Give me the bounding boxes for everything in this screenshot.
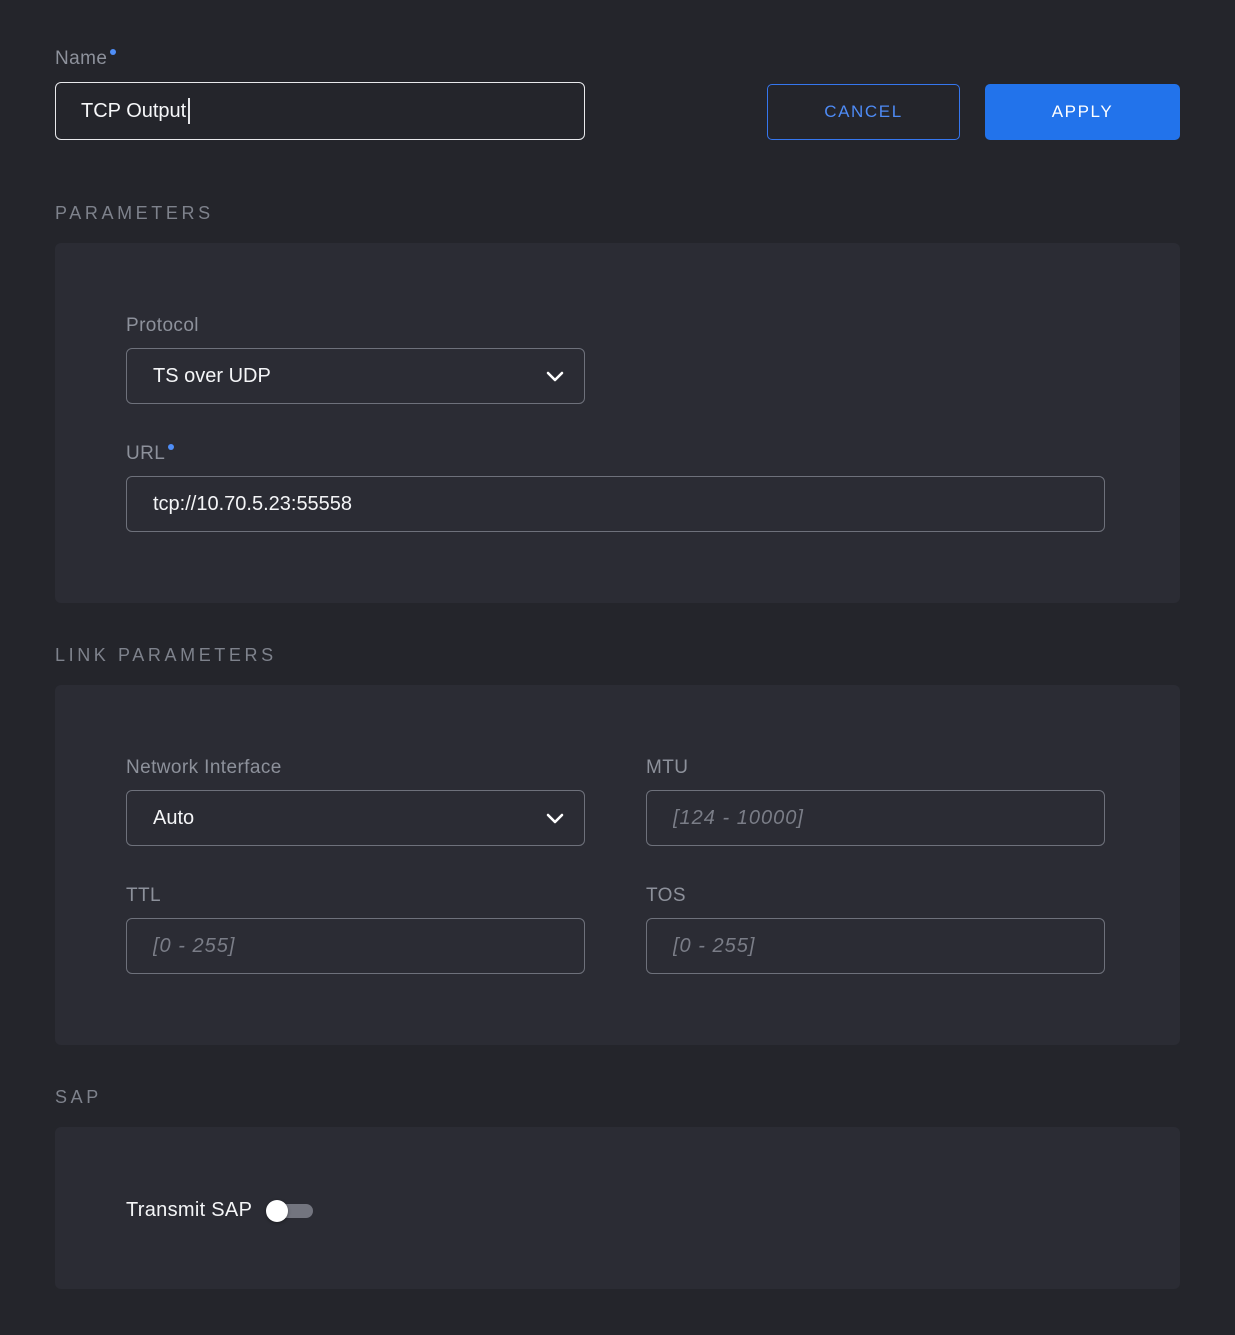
- section-title-parameters: PARAMETERS: [55, 203, 1180, 224]
- chevron-down-icon: [546, 371, 564, 382]
- mtu-field-group: MTU: [646, 757, 1105, 846]
- cancel-button[interactable]: CANCEL: [767, 84, 960, 140]
- link-parameters-panel: Network Interface Auto MTU TTL TOS: [55, 685, 1180, 1045]
- ttl-input[interactable]: [126, 918, 585, 974]
- output-settings-form: Name TCP Output CANCEL APPLY PARAMETERS …: [0, 0, 1235, 1289]
- transmit-sap-label: Transmit SAP: [126, 1199, 252, 1222]
- chevron-down-icon: [546, 813, 564, 824]
- section-title-sap: SAP: [55, 1087, 1180, 1108]
- protocol-label: Protocol: [126, 315, 1108, 337]
- toggle-knob: [266, 1200, 288, 1222]
- ttl-label: TTL: [126, 885, 585, 907]
- required-dot-icon: [110, 49, 116, 55]
- protocol-select[interactable]: TS over UDP: [126, 348, 585, 404]
- network-interface-field-group: Network Interface Auto: [126, 757, 585, 846]
- link-parameters-grid: Network Interface Auto MTU TTL TOS: [126, 757, 1108, 974]
- name-label-text: Name: [55, 48, 107, 69]
- transmit-sap-toggle[interactable]: [266, 1200, 314, 1222]
- text-caret: [188, 98, 190, 124]
- form-header: Name TCP Output CANCEL APPLY: [55, 48, 1180, 140]
- name-input-value: TCP Output: [81, 100, 186, 123]
- protocol-select-value: TS over UDP: [153, 365, 271, 388]
- mtu-label: MTU: [646, 757, 1105, 779]
- mtu-input[interactable]: [646, 790, 1105, 846]
- ttl-field-group: TTL: [126, 885, 585, 974]
- url-label: URL: [126, 443, 1108, 465]
- transmit-sap-row: Transmit SAP: [126, 1199, 1108, 1222]
- url-input[interactable]: [126, 476, 1105, 532]
- name-label: Name: [55, 48, 585, 70]
- tos-input[interactable]: [646, 918, 1105, 974]
- tos-label: TOS: [646, 885, 1105, 907]
- tos-field-group: TOS: [646, 885, 1105, 974]
- name-input[interactable]: TCP Output: [55, 82, 585, 140]
- parameters-panel: Protocol TS over UDP URL: [55, 243, 1180, 603]
- url-label-text: URL: [126, 443, 165, 464]
- sap-panel: Transmit SAP: [55, 1127, 1180, 1289]
- network-interface-select[interactable]: Auto: [126, 790, 585, 846]
- apply-button[interactable]: APPLY: [985, 84, 1180, 140]
- section-title-link-parameters: LINK PARAMETERS: [55, 645, 1180, 666]
- name-field-group: Name TCP Output: [55, 48, 585, 140]
- network-interface-select-value: Auto: [153, 807, 194, 830]
- network-interface-label: Network Interface: [126, 757, 585, 779]
- action-buttons: CANCEL APPLY: [767, 84, 1180, 140]
- url-field-group: URL: [126, 443, 1108, 532]
- required-dot-icon: [168, 444, 174, 450]
